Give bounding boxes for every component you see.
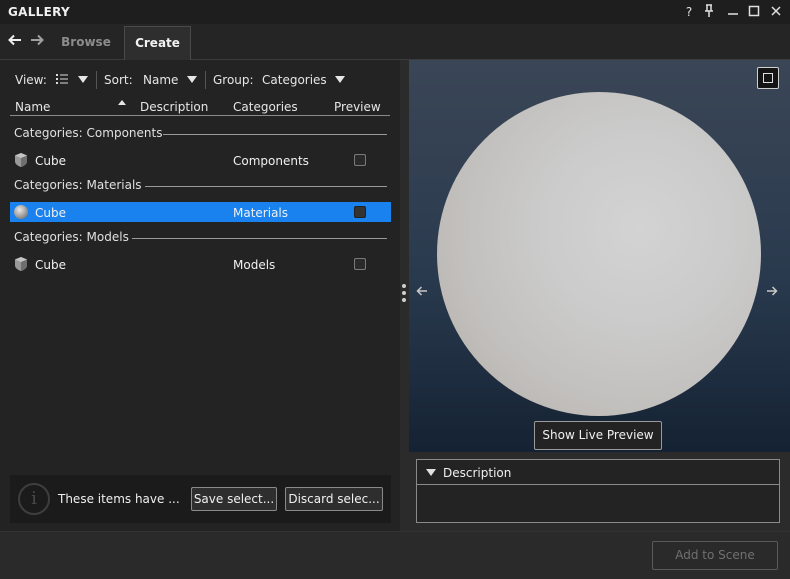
unsaved-message: These items have ...	[58, 492, 180, 506]
preview-checkbox[interactable]	[354, 206, 366, 218]
group-header-models: Categories: Models	[14, 230, 129, 244]
sort-label: Sort:	[104, 73, 133, 87]
column-name[interactable]: Name	[15, 100, 50, 114]
panel-splitter[interactable]	[400, 60, 409, 531]
minimize-icon[interactable]	[725, 4, 741, 20]
group-header-components: Categories: Components	[14, 126, 163, 140]
column-categories[interactable]: Categories	[233, 100, 298, 114]
discard-selection-button[interactable]: Discard selec...	[285, 487, 383, 511]
sphere-icon	[13, 204, 29, 220]
pin-icon[interactable]	[701, 4, 717, 20]
column-preview[interactable]: Preview	[334, 100, 381, 114]
view-label: View:	[15, 73, 47, 87]
list-item[interactable]: Cube Components	[10, 150, 391, 170]
title-bar: GALLERY ?	[0, 0, 790, 24]
toolbar-divider	[96, 71, 97, 89]
tab-create[interactable]: Create	[124, 26, 191, 60]
list-item[interactable]: Cube Models	[10, 254, 391, 274]
preview-checkbox[interactable]	[354, 258, 366, 270]
unsaved-changes-bar: i These items have ... Save select... Di…	[10, 475, 391, 523]
tab-browse[interactable]: Browse	[48, 26, 124, 60]
next-item-icon[interactable]	[766, 285, 778, 301]
sort-dropdown-caret-icon[interactable]	[187, 76, 197, 83]
previous-item-icon[interactable]	[416, 285, 428, 301]
item-category: Components	[233, 154, 309, 168]
item-category: Models	[233, 258, 276, 272]
group-dropdown-caret-icon[interactable]	[335, 76, 345, 83]
splitter-grip	[402, 291, 406, 295]
item-name: Cube	[35, 154, 66, 168]
fullscreen-button[interactable]	[757, 67, 779, 89]
toolbar-divider	[205, 71, 206, 89]
show-live-preview-button[interactable]: Show Live Preview	[534, 421, 662, 450]
group-header-materials: Categories: Materials	[14, 178, 142, 192]
sort-ascending-icon	[118, 100, 126, 105]
fullscreen-icon	[763, 73, 773, 83]
collapse-caret-icon[interactable]	[426, 469, 436, 476]
material-sphere-preview	[437, 92, 761, 416]
splitter-grip	[402, 298, 406, 302]
item-list-panel: View: Sort: Name Group: Categories Name …	[0, 60, 400, 531]
add-to-scene-button[interactable]: Add to Scene	[652, 541, 778, 570]
view-dropdown-caret-icon[interactable]	[78, 76, 88, 83]
save-selection-button[interactable]: Save select...	[191, 487, 277, 511]
item-name: Cube	[35, 206, 66, 220]
column-description[interactable]: Description	[140, 100, 208, 114]
item-name: Cube	[35, 258, 66, 272]
cube-icon	[13, 256, 29, 272]
footer-bar: Add to Scene	[0, 531, 790, 579]
item-category: Materials	[233, 206, 289, 220]
maximize-icon[interactable]	[746, 4, 762, 20]
cube-icon	[13, 152, 29, 168]
help-icon[interactable]: ?	[681, 4, 697, 20]
group-select[interactable]: Categories	[262, 73, 327, 87]
description-panel: Description	[416, 459, 780, 523]
description-header[interactable]: Description	[417, 460, 779, 485]
description-title: Description	[443, 466, 512, 480]
splitter-grip	[402, 284, 406, 288]
window-title: GALLERY	[8, 5, 71, 19]
info-icon: i	[18, 483, 50, 515]
preview-viewport: Show Live Preview	[409, 60, 790, 452]
group-divider	[145, 186, 387, 187]
sort-select[interactable]: Name	[143, 73, 178, 87]
back-arrow-icon[interactable]	[6, 32, 24, 50]
tab-bar: Browse Create	[0, 24, 790, 60]
close-icon[interactable]	[768, 4, 784, 20]
preview-checkbox[interactable]	[354, 154, 366, 166]
list-item-selected[interactable]: Cube Materials	[10, 202, 391, 222]
list-toolbar: View: Sort: Name Group: Categories	[0, 68, 400, 92]
column-header: Name Description Categories Preview	[10, 96, 390, 116]
group-label: Group:	[213, 73, 254, 87]
forward-arrow-icon[interactable]	[28, 32, 46, 50]
group-divider	[132, 238, 387, 239]
list-view-icon[interactable]	[55, 72, 69, 89]
group-divider	[163, 134, 387, 135]
